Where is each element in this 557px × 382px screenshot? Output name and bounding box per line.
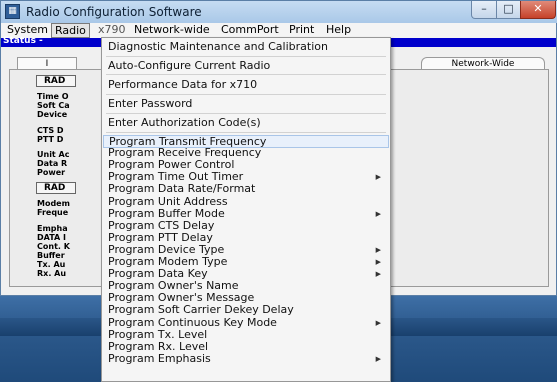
field-label: DATA I [37, 233, 66, 242]
menu-item-label: Program Buffer Mode [108, 206, 225, 220]
menu-item-label: Program Owner's Message [108, 291, 255, 305]
menu-x790[interactable]: x790 [98, 23, 126, 38]
submenu-arrow-icon: ▶ [375, 354, 381, 363]
menu-item-label: Program Soft Carrier Dekey Delay [108, 303, 294, 317]
menu-item-label: Program Modem Type [108, 255, 228, 268]
menu-commport[interactable]: CommPort [221, 23, 279, 38]
menu-item-label: Program PTT Delay [108, 230, 213, 244]
submenu-arrow-icon: ▶ [375, 318, 381, 327]
submenu-arrow-icon: ▶ [375, 173, 381, 182]
menu-item-diagnostic[interactable]: Diagnostic Maintenance and Calibration [103, 40, 389, 54]
field-label: Device [37, 110, 68, 119]
menu-item-label: Program Device Type [108, 242, 225, 256]
field-label: PTT D [37, 135, 64, 144]
menu-item-label: Program Data Key [108, 267, 208, 281]
menu-print[interactable]: Print [289, 23, 314, 38]
menu-item-label: Program Owner's Name [108, 279, 239, 293]
app-icon: ▦ [5, 4, 20, 19]
field-label: Unit Ac [37, 150, 70, 159]
field-label: Rx. Au [37, 269, 67, 278]
field-label: Power [37, 168, 66, 177]
minimize-button[interactable]: – [471, 1, 497, 19]
menu-separator [106, 113, 386, 114]
menu-item-label: Program Power Control [108, 158, 235, 172]
tab-left[interactable]: I [17, 57, 77, 69]
menu-item-auto-configure[interactable]: Auto-Configure Current Radio [103, 59, 389, 73]
submenu-arrow-icon: ▶ [375, 245, 381, 254]
menu-item-performance-data[interactable]: Performance Data for x710 [103, 78, 389, 92]
field-label: Cont. K [37, 242, 70, 251]
menu-separator [106, 74, 386, 75]
menu-item-label: Program CTS Delay [108, 218, 215, 232]
menu-item-enter-password[interactable]: Enter Password [103, 97, 389, 111]
status-label: Status - [3, 36, 43, 46]
menu-separator [106, 94, 386, 95]
field-label: Buffer [37, 251, 65, 260]
field-label: Soft Ca [37, 101, 70, 110]
menu-item-program[interactable]: Program Emphasis ▶ [103, 351, 389, 366]
menu-item-enter-authorization[interactable]: Enter Authorization Code(s) [103, 116, 389, 130]
menu-item-label: Program Continuous Key Mode [108, 315, 277, 329]
title-bar: ▦ Radio Configuration Software – □ ✕ [1, 1, 557, 23]
radio-dropdown-menu: Diagnostic Maintenance and Calibration A… [101, 37, 391, 382]
field-label: Time O [37, 92, 69, 101]
window-title: Radio Configuration Software [26, 5, 202, 19]
menu-separator [106, 132, 386, 133]
menu-radio[interactable]: Radio [51, 23, 90, 38]
close-button[interactable]: ✕ [520, 1, 556, 19]
field-label: Modem [37, 199, 70, 208]
menu-item-label: Program Data Rate/Format [108, 182, 256, 196]
field-label: Empha [37, 224, 68, 233]
field-label: Tx. Au [37, 260, 66, 269]
menu-item-label: Program Tx. Level [108, 327, 208, 341]
menu-item-label: Program Rx. Level [108, 339, 209, 353]
menu-help[interactable]: Help [326, 23, 351, 38]
menu-item-label: Program Unit Address [108, 194, 228, 208]
group-header-radio: RAD [36, 75, 76, 87]
maximize-button[interactable]: □ [496, 1, 521, 19]
menu-network-wide[interactable]: Network-wide [134, 23, 210, 38]
menu-separator [106, 56, 386, 57]
menu-item-label: Program Time Out Timer [108, 170, 244, 184]
menu-item-label: Program Emphasis [108, 351, 211, 365]
field-label: CTS D [37, 126, 64, 135]
tab-network-wide[interactable]: Network-Wide [421, 57, 545, 69]
submenu-arrow-icon: ▶ [375, 209, 381, 218]
submenu-arrow-icon: ▶ [375, 270, 381, 279]
field-label: Freque [37, 208, 69, 217]
field-label: Data R [37, 159, 68, 168]
submenu-arrow-icon: ▶ [375, 258, 381, 266]
menu-item-label: Program Receive Frequency [108, 146, 262, 160]
group-header-radio-2: RAD [36, 182, 76, 194]
